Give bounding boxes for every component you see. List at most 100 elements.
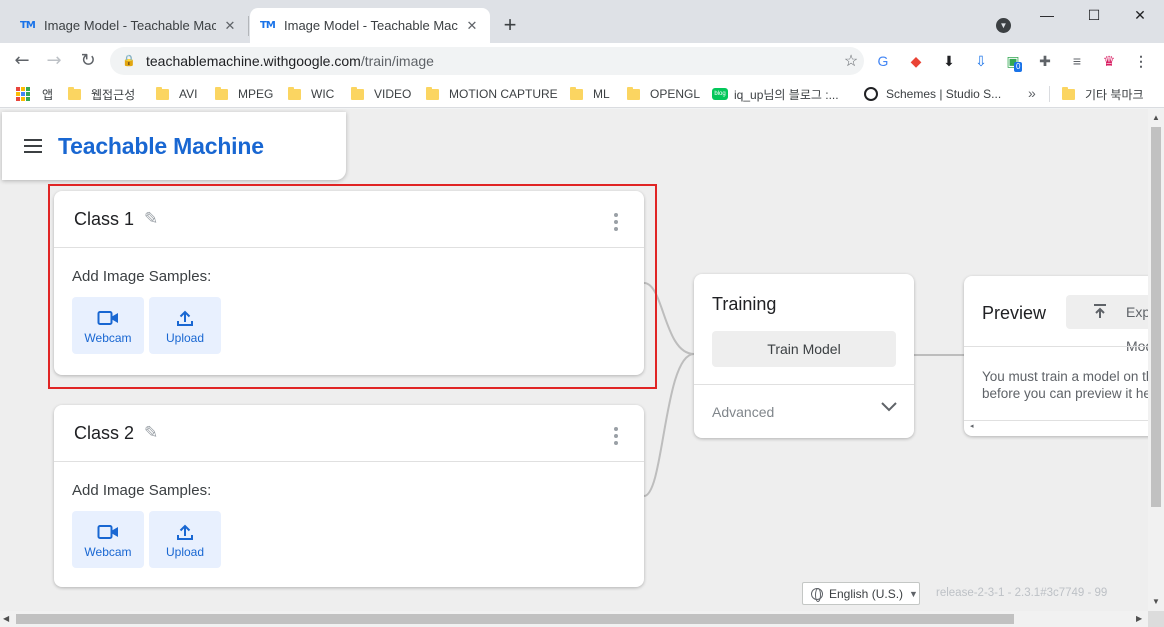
page-canvas: Teachable Machine Class 1 ✎ Add Image Sa…: [0, 109, 1148, 611]
translate-extension-icon[interactable]: G: [874, 52, 892, 70]
chevron-down-icon[interactable]: [880, 401, 898, 413]
blog-icon: blog: [712, 88, 728, 100]
maximize-button[interactable]: ☐: [1071, 4, 1117, 26]
color-picker-extension-icon[interactable]: ◆: [907, 52, 925, 70]
bookmark-label: Schemes | Studio S...: [886, 87, 1002, 101]
language-select[interactable]: English (U.S.) ▼: [802, 582, 920, 605]
close-window-button[interactable]: ✕: [1117, 4, 1163, 26]
bookmarks-overflow-button[interactable]: »: [1028, 85, 1036, 101]
bookmark-folder[interactable]: 웹접근성: [68, 85, 135, 103]
bookmark-folder[interactable]: VIDEO: [351, 85, 411, 103]
extension-badge: 0: [1014, 62, 1023, 72]
scroll-thumb[interactable]: [16, 614, 1014, 624]
tab-separator: [248, 16, 249, 36]
advanced-toggle[interactable]: Advanced: [712, 404, 774, 420]
bookmarks-bar: 앱 웹접근성 AVI MPEG WIC VIDEO MOTION CAPTURE…: [0, 79, 1164, 108]
webcam-icon: [97, 525, 118, 539]
preview-title: Preview: [982, 303, 1047, 323]
chevron-down-icon: ▼: [909, 588, 918, 599]
bookmark-star-icon[interactable]: ☆: [838, 51, 864, 71]
folder-icon: [288, 86, 301, 100]
training-divider: [694, 384, 914, 385]
bookmark-label: MPEG: [238, 87, 274, 101]
extensions-puzzle-icon[interactable]: ✚: [1036, 52, 1054, 70]
bookmark-folder[interactable]: AVI: [156, 85, 197, 103]
samples-label: Add Image Samples:: [72, 482, 212, 499]
preview-divider: [964, 346, 1148, 347]
upload-icon: [177, 524, 193, 540]
tab-1[interactable]: TM Image Model - Teachable Machine ✕: [10, 8, 248, 43]
url-text[interactable]: teachablemachine.withgoogle.com/train/im…: [146, 53, 838, 69]
scroll-right-icon[interactable]: ▶: [1136, 614, 1142, 623]
apps-grid-icon: [16, 87, 30, 101]
folder-icon: [68, 86, 81, 100]
upload-button[interactable]: Upload: [149, 511, 221, 568]
bookmarks-divider: [1049, 86, 1050, 102]
more-options-icon[interactable]: [614, 427, 618, 445]
bookmark-label: 기타 북마크: [1085, 87, 1144, 102]
hamburger-menu-icon[interactable]: [24, 139, 42, 153]
lock-icon[interactable]: 🔒: [122, 54, 136, 68]
media-control-icon[interactable]: ≡: [1068, 52, 1086, 70]
training-card: Training Train Model Advanced: [694, 274, 914, 438]
bookmark-label: ML: [593, 87, 610, 101]
close-icon[interactable]: ✕: [222, 18, 238, 34]
back-icon[interactable]: ←: [10, 49, 34, 73]
tab-search-icon[interactable]: ▼: [996, 18, 1011, 33]
bookmark-label: iq_up님의 블로그 :...: [734, 87, 839, 102]
bookmark-schemes[interactable]: Schemes | Studio S...: [864, 85, 1001, 103]
app-header: Teachable Machine: [2, 112, 346, 180]
close-icon[interactable]: ✕: [464, 18, 480, 34]
bookmark-apps[interactable]: 앱: [16, 85, 53, 103]
scroll-up-icon[interactable]: ▲: [1152, 113, 1160, 122]
export-icon: [1094, 304, 1106, 318]
export-model-button[interactable]: Export Model: [1066, 295, 1148, 354]
horizontal-scrollbar[interactable]: ◀ ▶: [0, 611, 1148, 627]
language-value: English (U.S.): [829, 586, 904, 601]
folder-icon: [570, 86, 583, 100]
counter-extension-icon[interactable]: ▣ 0: [1004, 52, 1023, 72]
class-title[interactable]: Class 2: [74, 423, 134, 444]
pencil-icon[interactable]: ✎: [144, 423, 158, 443]
scrollbar-corner: [1148, 611, 1164, 627]
bookmark-label: MOTION CAPTURE: [449, 87, 558, 101]
folder-icon: [627, 86, 640, 100]
train-model-button[interactable]: Train Model: [712, 331, 896, 367]
forward-icon[interactable]: →: [42, 49, 66, 73]
training-title: Training: [712, 294, 777, 314]
bookmark-blog[interactable]: blog iq_up님의 블로그 :...: [712, 85, 839, 103]
bookmark-folder[interactable]: MPEG: [215, 85, 273, 103]
download-extension-icon[interactable]: ⬇: [940, 52, 958, 70]
tab-2[interactable]: TM Image Model - Teachable Machine ✕: [250, 8, 490, 43]
scroll-thumb[interactable]: [1151, 127, 1161, 507]
class-card-header: Class 2 ✎: [54, 405, 644, 462]
preview-scrollbar[interactable]: ◂: [964, 420, 1148, 432]
bookmark-folder[interactable]: OPENGL: [627, 85, 700, 103]
url-path: /train/image: [360, 53, 434, 69]
browser-menu-icon[interactable]: ⋮: [1132, 52, 1150, 70]
bookmark-folder[interactable]: MOTION CAPTURE: [426, 85, 558, 103]
bookmark-folder[interactable]: WIC: [288, 85, 334, 103]
teachable-machine-favicon-icon: TM: [20, 19, 36, 31]
bookmark-label: VIDEO: [374, 87, 412, 101]
folder-icon: [351, 86, 364, 100]
other-bookmarks[interactable]: 기타 북마크: [1062, 85, 1144, 103]
folder-icon: [215, 86, 228, 100]
address-bar[interactable]: 🔒 teachablemachine.withgoogle.com/train/…: [110, 47, 864, 75]
download-manager-extension-icon[interactable]: ⇩: [972, 52, 990, 70]
webcam-label: Webcam: [84, 545, 132, 559]
scroll-left-icon[interactable]: ◀: [3, 614, 9, 623]
brand-title[interactable]: Teachable Machine: [58, 133, 264, 160]
minimize-button[interactable]: —: [1024, 4, 1070, 26]
class-card-2: Class 2 ✎ Add Image Samples: Webcam Uplo…: [54, 405, 644, 587]
browser-toolbar: ← → ↻ 🔒 teachablemachine.withgoogle.com/…: [0, 43, 1164, 79]
new-tab-button[interactable]: +: [498, 14, 522, 38]
reload-icon[interactable]: ↻: [76, 49, 100, 73]
schemes-icon: [864, 87, 878, 101]
profile-avatar-icon[interactable]: ♛: [1100, 52, 1118, 70]
bookmark-label: AVI: [179, 87, 198, 101]
bookmark-folder[interactable]: ML: [570, 85, 610, 103]
vertical-scrollbar[interactable]: ▲ ▼: [1148, 109, 1164, 611]
scroll-down-icon[interactable]: ▼: [1152, 597, 1160, 606]
webcam-button[interactable]: Webcam: [72, 511, 144, 568]
